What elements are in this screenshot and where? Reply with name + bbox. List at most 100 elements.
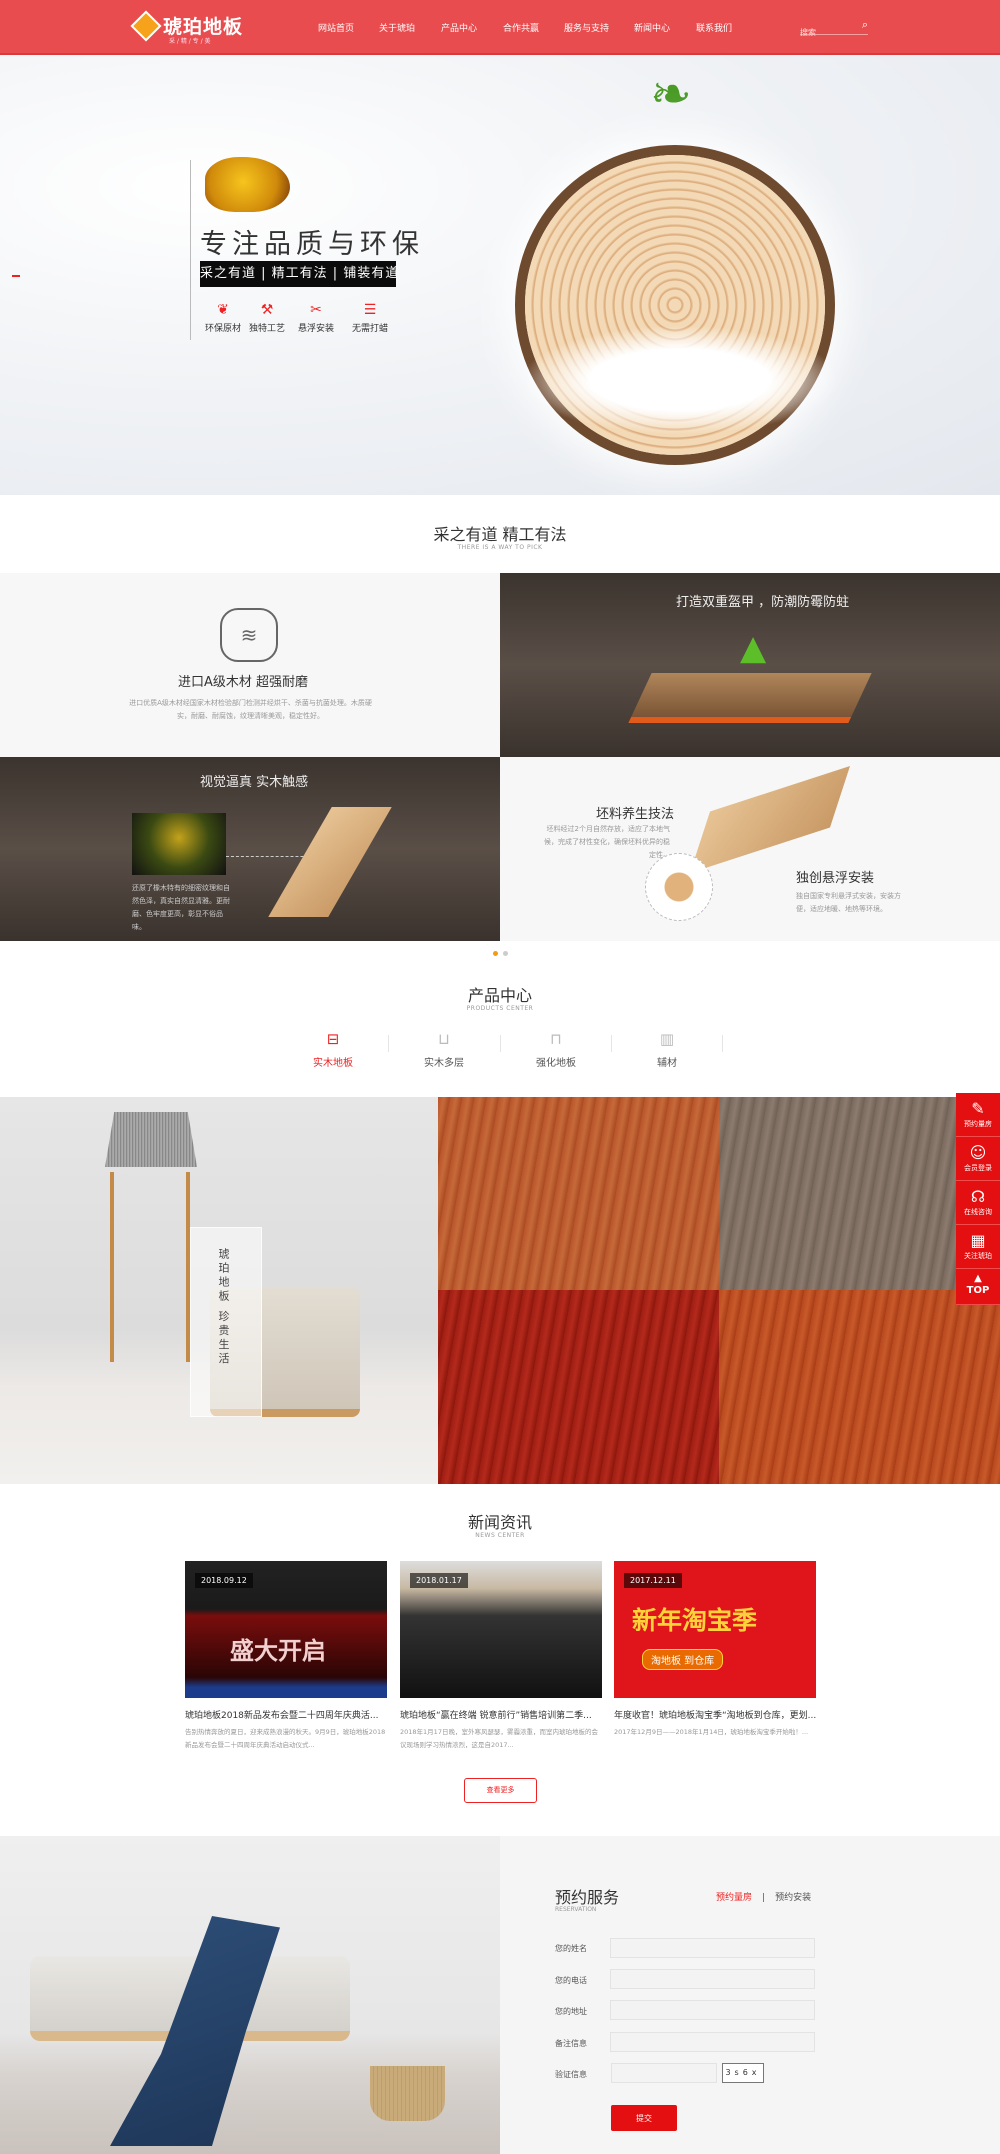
tab-accessories[interactable]: ▥ 辅材 xyxy=(612,1030,722,1069)
section-subtitle: PRODUCTS CENTER xyxy=(466,1005,534,1012)
product-item[interactable] xyxy=(719,1290,1000,1484)
search-icon[interactable]: ⌕ xyxy=(862,18,868,32)
nav-service[interactable]: 服务与支持 xyxy=(564,21,609,34)
search-box: ⌕ xyxy=(800,18,868,40)
captcha-label: 验证信息 xyxy=(555,2070,587,2079)
sofa-icon: ⊔ xyxy=(438,1030,450,1048)
hero-tagline: 采之有道 | 精工有法 | 铺装有道 xyxy=(200,261,398,287)
lamp-image xyxy=(105,1112,197,1167)
reservation-subtitle: RESERVATION xyxy=(555,1906,597,1913)
news-image: 2017.12.11 新年淘宝季 淘地板 到仓库 xyxy=(614,1561,816,1698)
logs-image xyxy=(645,853,713,921)
product-item[interactable] xyxy=(438,1290,719,1484)
phone-input[interactable] xyxy=(610,1969,815,1989)
section-subtitle: THERE IS A WAY TO PICK xyxy=(457,544,543,551)
sidebar-login[interactable]: ☺ 会员登录 xyxy=(956,1137,1000,1181)
name-input[interactable] xyxy=(610,1938,815,1958)
tab-multilayer[interactable]: ⊔ 实木多层 xyxy=(389,1030,499,1069)
news-desc: 告别热情奔放的夏日，迎来成熟浪漫的秋天。9月9日，琥珀地板2018新品发布会暨二… xyxy=(185,1728,386,1749)
divider: | xyxy=(762,1893,766,1903)
nav-home[interactable]: 网站首页 xyxy=(318,21,354,34)
hero-title: 专注品质与环保 xyxy=(200,229,424,260)
cloud-image xyxy=(520,325,840,435)
measure-icon: ✎ xyxy=(971,1099,985,1118)
address-label: 您的地址 xyxy=(555,2007,587,2016)
tab-install[interactable]: 预约安装 xyxy=(775,1893,811,1903)
qrcode-icon: ▦ xyxy=(970,1231,986,1250)
user-icon: ☺ xyxy=(969,1143,987,1162)
chair-icon: ⊓ xyxy=(550,1030,562,1048)
section-subtitle: NEWS CENTER xyxy=(475,1532,525,1539)
news-title[interactable]: 年度收官！琥珀地板淘宝季“淘地板到仓库，更划... xyxy=(614,1708,816,1721)
news-image: 2018.01.17 xyxy=(400,1561,602,1698)
phone-label: 您的电话 xyxy=(555,1976,587,1985)
arrow-up-icon: ▲ xyxy=(974,1273,982,1284)
news-desc: 2017年12月9日——2018年1月14日，琥珀地板淘宝季开始啦！... xyxy=(614,1728,809,1736)
news-card[interactable]: 2018.09.12 盛大开启 琥珀地板2018新品发布会暨二十四周年庆典活..… xyxy=(185,1561,387,1752)
sidebar-follow[interactable]: ▦ 关注琥珀 xyxy=(956,1225,1000,1269)
tab-solid-wood[interactable]: ⊟ 实木地板 xyxy=(278,1030,388,1069)
news-title[interactable]: 琥珀地板“赢在终端 锐意前行”销售培训第二季... xyxy=(400,1708,602,1721)
floating-sidebar: ✎ 预约量房 ☺ 会员登录 ☊ 在线咨询 ▦ 关注琥珀 ▲ TOP xyxy=(956,1093,1000,1305)
news-title[interactable]: 琥珀地板2018新品发布会暨二十四周年庆典活... xyxy=(185,1708,387,1721)
crib-icon: ▥ xyxy=(659,1030,675,1048)
layers-icon: ☰ xyxy=(363,302,377,318)
carousel-dots xyxy=(493,951,508,956)
floor-layer-image xyxy=(268,807,392,917)
product-banner[interactable]: 琥珀地板 珍贵生活 xyxy=(0,1097,438,1484)
feature-panel-texture: 视觉逼真 实木触感 还原了橡木特有的细密纹理和自然色泽，真实自然显清雅。更耐磨、… xyxy=(0,757,500,941)
wood-texture-image xyxy=(132,813,226,875)
note-input[interactable] xyxy=(610,2032,815,2052)
news-card[interactable]: 2018.01.17 琥珀地板“赢在终端 锐意前行”销售培训第二季... 201… xyxy=(400,1561,602,1752)
captcha-image[interactable]: 3s6x xyxy=(722,2063,764,2083)
tab-laminate[interactable]: ⊓ 强化地板 xyxy=(501,1030,611,1069)
nav-about[interactable]: 关于琥珀 xyxy=(379,21,415,34)
water-resistant-icon: ≋ xyxy=(220,608,278,662)
back-to-top-button[interactable]: ▲ TOP xyxy=(956,1269,1000,1305)
section-title: 新闻资讯 xyxy=(467,1513,532,1532)
reservation-tabs: 预约量房 | 预约安装 xyxy=(716,1890,811,1903)
bed-icon: ⊟ xyxy=(326,1030,340,1048)
cross-tools-icon: ✂ xyxy=(310,302,322,318)
news-desc: 2018年1月17日晚，室外寒风瑟瑟，雾霾浓重，而室内琥珀地板的会议现场则学习热… xyxy=(400,1728,598,1749)
view-more-button[interactable]: 查看更多 xyxy=(464,1778,537,1803)
reservation-title: 预约服务 xyxy=(555,1888,620,1907)
header: 琥珀地板 采 / 精 / 专 / 美 网站首页 关于琥珀 产品中心 合作共赢 服… xyxy=(0,0,1000,55)
tripod-image xyxy=(110,1172,190,1362)
carousel-dot[interactable] xyxy=(493,951,498,956)
banner-caption: 琥珀地板 珍贵生活 xyxy=(190,1227,262,1417)
news-card[interactable]: 2017.12.11 新年淘宝季 淘地板 到仓库 年度收官！琥珀地板淘宝季“淘地… xyxy=(614,1561,816,1739)
nav-cooperation[interactable]: 合作共赢 xyxy=(503,21,539,34)
hero-banner: 专注品质与环保 采之有道 | 精工有法 | 铺装有道 ❦ 环保原材 ⚒ 独特工艺 ✂… xyxy=(0,55,1000,495)
floor-board-image xyxy=(689,766,851,873)
nav-products[interactable]: 产品中心 xyxy=(441,21,477,34)
tab-measure[interactable]: 预约量房 xyxy=(716,1893,752,1903)
divider xyxy=(190,160,191,340)
submit-button[interactable]: 提交 xyxy=(611,2105,677,2131)
note-label: 备注信息 xyxy=(555,2039,587,2048)
sidebar-consult[interactable]: ☊ 在线咨询 xyxy=(956,1181,1000,1225)
reservation-image xyxy=(0,1836,500,2154)
feature-item: ✂ 悬浮安装 xyxy=(286,302,346,334)
news-image: 2018.09.12 盛大开启 xyxy=(185,1561,387,1698)
sprout-image: ❧ xyxy=(650,65,692,123)
sidebar-measure[interactable]: ✎ 预约量房 xyxy=(956,1093,1000,1137)
divider xyxy=(722,1035,723,1052)
nav-news[interactable]: 新闻中心 xyxy=(634,21,670,34)
nav-contact[interactable]: 联系我们 xyxy=(696,21,732,34)
address-input[interactable] xyxy=(610,2000,815,2020)
carousel-dot[interactable] xyxy=(503,951,508,956)
floor-board-image xyxy=(628,673,872,723)
captcha-input[interactable] xyxy=(611,2063,717,2083)
slider-indicator[interactable] xyxy=(12,275,20,277)
product-item[interactable] xyxy=(438,1097,719,1290)
search-input[interactable] xyxy=(800,25,854,40)
amber-image xyxy=(205,157,290,212)
feature-panel-armor: 打造双重盔甲 ，防潮防霉防蛀 ▲ xyxy=(500,573,1000,757)
section-title: 采之有道 精工有法 xyxy=(433,525,567,544)
basket-image xyxy=(370,2066,445,2121)
logo[interactable]: 琥珀地板 采 / 精 / 专 / 美 xyxy=(130,9,243,45)
headset-icon: ☊ xyxy=(970,1187,986,1206)
section-title: 产品中心 xyxy=(467,986,532,1005)
tree-arrow-icon: ▲ xyxy=(740,628,767,668)
